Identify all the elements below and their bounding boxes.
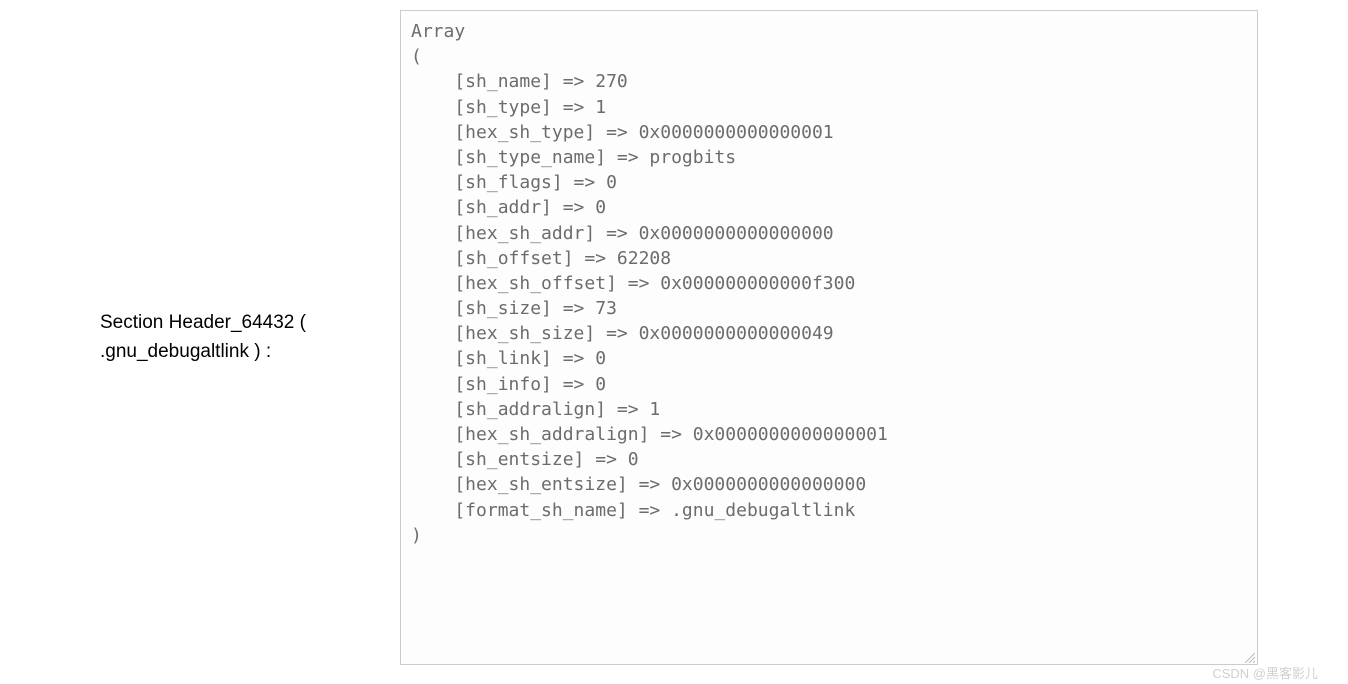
code-entry: [sh_link] => 0 — [411, 348, 606, 369]
code-entry: [sh_addr] => 0 — [411, 197, 606, 218]
paren-open: ( — [411, 46, 422, 67]
label-line1: Section Header_64432 ( — [100, 309, 390, 338]
code-cell: Array ( [sh_name] => 270 [sh_type] => 1 … — [400, 10, 1258, 665]
label-line2: .gnu_debugaltlink ) : — [100, 338, 390, 367]
code-content: Array ( [sh_name] => 270 [sh_type] => 1 … — [411, 19, 1247, 548]
code-entry: [hex_sh_entsize] => 0x0000000000000000 — [411, 474, 866, 495]
code-entry: [hex_sh_addr] => 0x0000000000000000 — [411, 223, 834, 244]
watermark-text: CSDN @黑客影儿 — [1212, 663, 1318, 682]
code-entry: [sh_size] => 73 — [411, 298, 617, 319]
resize-handle-icon[interactable] — [1243, 650, 1255, 662]
section-label: Section Header_64432 ( .gnu_debugaltlink… — [100, 309, 400, 366]
code-entry: [hex_sh_type] => 0x0000000000000001 — [411, 122, 834, 143]
code-entry: [sh_entsize] => 0 — [411, 449, 639, 470]
code-entry: [format_sh_name] => .gnu_debugaltlink — [411, 500, 855, 521]
code-entry: [sh_flags] => 0 — [411, 172, 617, 193]
code-entry: [hex_sh_addralign] => 0x0000000000000001 — [411, 424, 888, 445]
array-open: Array — [411, 21, 465, 42]
main-container: Section Header_64432 ( .gnu_debugaltlink… — [0, 0, 1348, 675]
code-entry: [hex_sh_size] => 0x0000000000000049 — [411, 323, 834, 344]
code-entry: [sh_type_name] => progbits — [411, 147, 736, 168]
code-entry: [sh_type] => 1 — [411, 97, 606, 118]
code-entry: [hex_sh_offset] => 0x000000000000f300 — [411, 273, 855, 294]
code-entry: [sh_offset] => 62208 — [411, 248, 671, 269]
code-box: Array ( [sh_name] => 270 [sh_type] => 1 … — [400, 10, 1258, 665]
code-entry: [sh_name] => 270 — [411, 71, 628, 92]
code-entry: [sh_info] => 0 — [411, 374, 606, 395]
code-entry: [sh_addralign] => 1 — [411, 399, 660, 420]
paren-close: ) — [411, 525, 422, 546]
